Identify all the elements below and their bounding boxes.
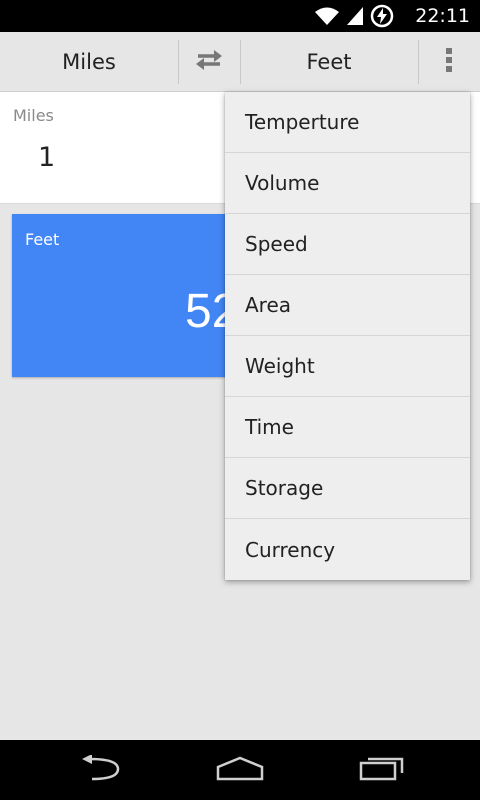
navigation-bar <box>0 740 480 800</box>
from-unit-button[interactable]: Miles <box>0 32 178 92</box>
battery-charging-icon <box>370 4 394 28</box>
overflow-menu-button[interactable] <box>418 32 480 92</box>
wifi-icon <box>314 6 340 26</box>
input-unit-label: Miles <box>13 106 54 125</box>
category-menu: Temperture Volume Speed Area Weight Time… <box>225 92 470 580</box>
menu-item-volume[interactable]: Volume <box>225 153 470 214</box>
recents-icon <box>359 755 405 785</box>
menu-item-weight[interactable]: Weight <box>225 336 470 397</box>
menu-item-storage[interactable]: Storage <box>225 458 470 519</box>
home-button[interactable] <box>200 740 280 800</box>
home-icon <box>215 755 265 785</box>
swap-arrows-icon <box>194 49 224 75</box>
swap-units-button[interactable] <box>178 32 240 92</box>
input-value-field[interactable]: 1 <box>38 142 55 173</box>
signal-icon <box>346 6 364 26</box>
menu-item-time[interactable]: Time <box>225 397 470 458</box>
unit-selector-bar: Miles Feet <box>0 32 480 92</box>
status-bar: 22:11 <box>0 0 480 32</box>
to-unit-button[interactable]: Feet <box>240 32 418 92</box>
result-unit-label: Feet <box>25 230 60 249</box>
back-button[interactable] <box>60 740 140 800</box>
recents-button[interactable] <box>342 740 422 800</box>
menu-item-area[interactable]: Area <box>225 275 470 336</box>
overflow-menu-icon <box>445 47 453 78</box>
status-icons <box>314 4 394 28</box>
menu-item-speed[interactable]: Speed <box>225 214 470 275</box>
status-time: 22:11 <box>415 5 470 27</box>
menu-item-temperture[interactable]: Temperture <box>225 92 470 153</box>
menu-item-currency[interactable]: Currency <box>225 519 470 580</box>
back-icon <box>78 754 122 785</box>
